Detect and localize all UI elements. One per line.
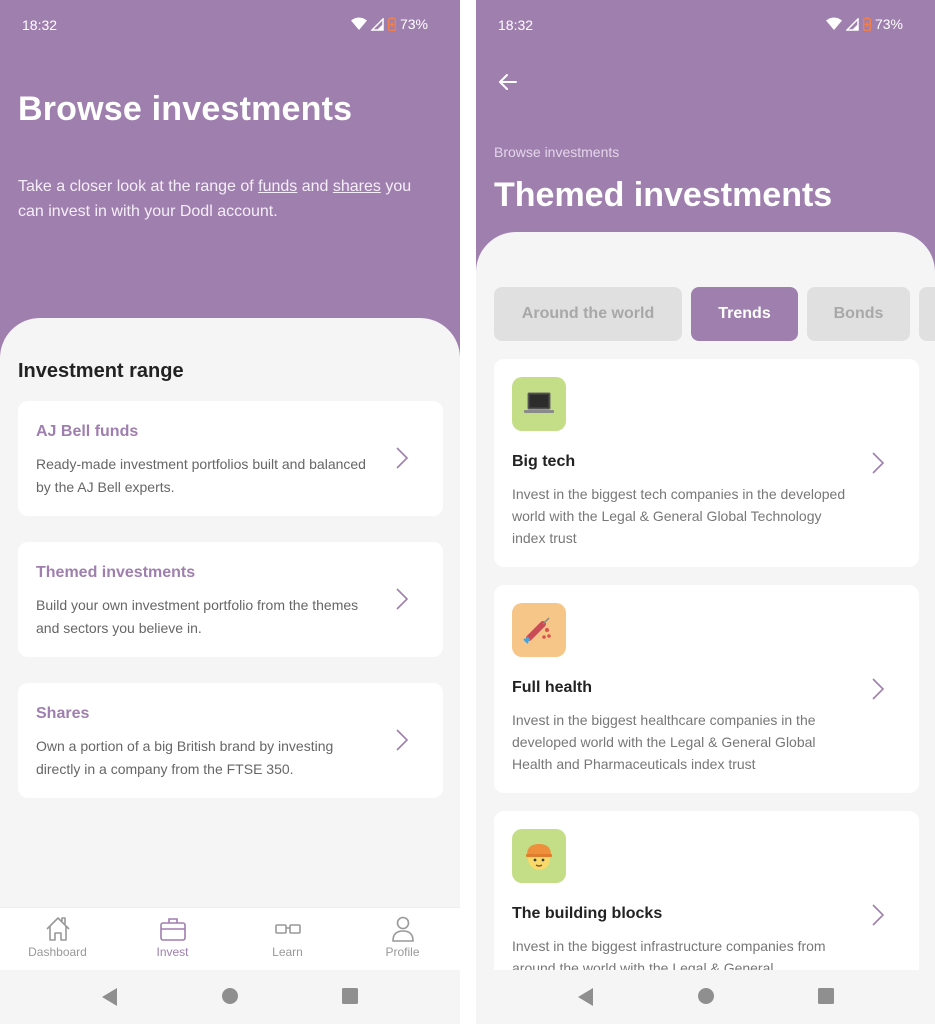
battery-percentage: 73%	[399, 16, 428, 32]
chevron-right-icon	[872, 904, 885, 926]
status-time: 18:32	[498, 17, 534, 33]
intro-text: Take a closer look at the range of funds…	[18, 174, 438, 224]
status-time: 18:32	[22, 17, 58, 33]
intro-prefix: Take a closer look at the range of	[18, 178, 259, 195]
chevron-right-icon	[872, 678, 885, 700]
nav-label: Profile	[385, 945, 420, 959]
chevron-right-icon	[396, 447, 409, 469]
tab-more[interactable]	[919, 287, 935, 341]
theme-icon-badge	[512, 829, 566, 883]
system-nav-bar	[476, 970, 935, 1024]
status-bar: 18:32 73%	[0, 0, 460, 50]
wifi-icon	[350, 17, 367, 30]
theme-card-big-tech[interactable]: Big tech Invest in the biggest tech comp…	[494, 359, 919, 567]
card-themed-investments[interactable]: Themed investments Build your own invest…	[18, 542, 443, 657]
section-title: Investment range	[18, 360, 184, 382]
chevron-right-icon	[396, 729, 409, 751]
battery-saver-icon	[862, 17, 871, 31]
tab-around-the-world[interactable]: Around the world	[494, 287, 682, 341]
card-title: AJ Bell funds	[36, 423, 139, 440]
home-circle-icon[interactable]	[221, 987, 239, 1005]
theme-icon-badge	[512, 603, 566, 657]
card-aj-bell-funds[interactable]: AJ Bell funds Ready-made investment port…	[18, 401, 443, 516]
content-sheet: Around the world Trends Bonds Big tech I…	[476, 232, 935, 1019]
card-shares[interactable]: Shares Own a portion of a big British br…	[18, 683, 443, 798]
themed-investments-screen: 18:32 73% Browse investments Themed inve…	[476, 0, 935, 1024]
tab-bonds[interactable]: Bonds	[807, 287, 910, 341]
theme-description: Invest in the biggest healthcare compani…	[512, 712, 816, 772]
signal-icon	[370, 17, 384, 31]
recents-square-icon[interactable]	[817, 987, 835, 1005]
bottom-nav: Dashboard Invest Learn Profile	[0, 907, 460, 970]
house-icon	[45, 917, 70, 941]
briefcase-icon	[159, 918, 186, 941]
nav-dashboard[interactable]: Dashboard	[0, 908, 115, 970]
card-description: Ready-made investment portfolios built a…	[36, 456, 366, 495]
signal-icon	[845, 17, 859, 31]
battery-percentage: 73%	[874, 16, 903, 32]
nav-profile[interactable]: Profile	[345, 908, 460, 970]
nav-label: Dashboard	[28, 945, 87, 959]
arrow-left-icon[interactable]	[496, 70, 520, 94]
theme-title: The building blocks	[512, 905, 663, 922]
construction-worker-icon	[526, 844, 552, 870]
theme-title: Full health	[512, 679, 592, 696]
back-triangle-icon[interactable]	[577, 987, 594, 1007]
card-description: Build your own investment portfolio from…	[36, 597, 359, 636]
glasses-icon	[274, 924, 301, 934]
wifi-icon	[825, 17, 842, 30]
status-bar: 18:32 73%	[476, 0, 935, 50]
system-nav-bar	[0, 970, 460, 1024]
syringe-icon	[523, 617, 551, 644]
shares-link[interactable]: shares	[333, 178, 381, 195]
person-icon	[391, 916, 414, 942]
battery-saver-icon	[387, 17, 396, 31]
nav-learn[interactable]: Learn	[230, 908, 345, 970]
chevron-right-icon	[872, 452, 885, 474]
card-title: Shares	[36, 705, 90, 722]
status-icons: 73%	[350, 16, 428, 32]
theme-card-full-health[interactable]: Full health Invest in the biggest health…	[494, 585, 919, 793]
status-icons: 73%	[825, 16, 903, 32]
screen-divider	[460, 0, 476, 1024]
page-title: Themed investments	[494, 176, 833, 214]
browse-investments-screen: 18:32 73% Browse investments Take a clos…	[0, 0, 460, 1024]
back-triangle-icon[interactable]	[101, 987, 118, 1007]
nav-label: Learn	[272, 945, 303, 959]
page-title: Browse investments	[18, 90, 353, 128]
category-tabs: Around the world Trends Bonds	[494, 287, 935, 341]
home-circle-icon[interactable]	[697, 987, 715, 1005]
nav-invest[interactable]: Invest	[115, 908, 230, 970]
header: 18:32 73% Browse investments Take a clos…	[0, 0, 460, 360]
breadcrumb[interactable]: Browse investments	[494, 144, 619, 160]
card-title: Themed investments	[36, 564, 196, 581]
recents-square-icon[interactable]	[341, 987, 359, 1005]
tab-trends[interactable]: Trends	[691, 287, 798, 341]
chevron-right-icon	[396, 588, 409, 610]
intro-middle: and	[297, 178, 333, 195]
content-sheet: Investment range AJ Bell funds Ready-mad…	[0, 318, 460, 908]
funds-link[interactable]: funds	[258, 178, 297, 195]
theme-icon-badge	[512, 377, 566, 431]
theme-description: Invest in the biggest tech companies in …	[512, 486, 846, 546]
nav-label: Invest	[156, 945, 189, 959]
theme-title: Big tech	[512, 453, 576, 470]
laptop-icon	[524, 392, 554, 413]
card-description: Own a portion of a big British brand by …	[36, 738, 334, 777]
